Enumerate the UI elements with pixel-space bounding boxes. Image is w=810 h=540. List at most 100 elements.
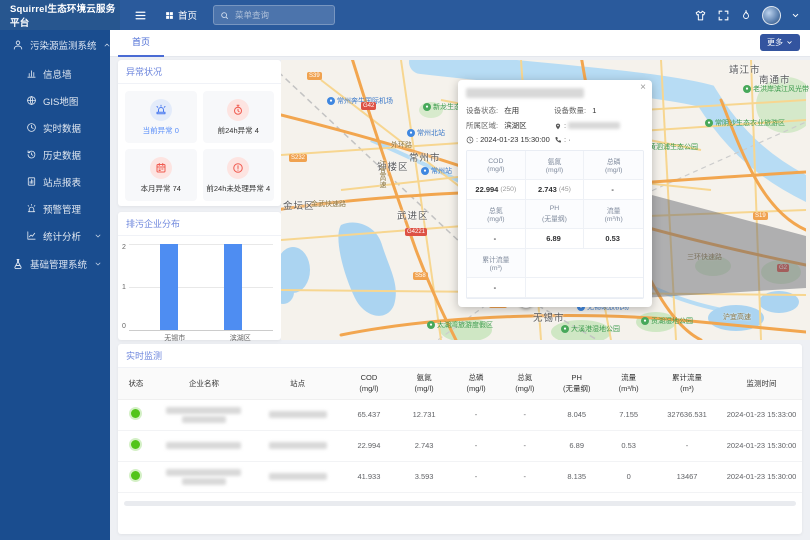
map-poi-label[interactable]: ●大溪港湿地公园	[561, 324, 620, 334]
history-icon	[26, 149, 37, 160]
person-icon	[12, 39, 24, 51]
road-number-badge: S19	[753, 212, 768, 220]
metric-value: -	[584, 180, 643, 200]
x-tick: 滨湖区	[208, 333, 274, 343]
sidebar-section-0[interactable]: 污染源监测系统	[0, 30, 110, 60]
chart-bar	[160, 244, 178, 330]
metric-header: 总磷(mg/l)	[584, 151, 643, 180]
map-poi-label[interactable]: ●贡湖湿地公园	[641, 316, 693, 326]
column-header: 氨氮(mg/l)	[397, 368, 452, 399]
sidebar-item-report[interactable]: 站点报表	[0, 168, 110, 195]
map-poi-label[interactable]: ●老洪岸滨江风光带	[743, 84, 809, 94]
metric-header: 氨氮(mg/l)	[526, 151, 585, 180]
theme-skin-icon[interactable]	[694, 9, 707, 22]
road-number-badge: G2	[777, 264, 789, 272]
station-popup: × 设备状态: 在用 设备数量: 1 所属区域: 滨湖区 :	[458, 80, 652, 307]
stat-grid: 当前异常 0前24h异常 4本月异常 74前24h未处理异常 4	[118, 84, 281, 208]
metric-value: 6.89	[526, 229, 585, 249]
value-cell: -	[500, 399, 549, 430]
grid-icon	[165, 11, 174, 20]
fullscreen-icon[interactable]	[717, 9, 730, 22]
sidebar-item-line-chart[interactable]: 统计分析	[0, 222, 110, 249]
stat-card-3: 前24h未处理异常 4	[203, 149, 275, 201]
value-cell: -	[500, 461, 549, 492]
metric-value: 0.53	[584, 229, 643, 249]
globe-icon	[26, 95, 37, 106]
chevron-down-icon	[786, 39, 793, 46]
map-poi-label[interactable]: ●常州北站	[407, 128, 445, 138]
tab-home[interactable]: 首页	[118, 30, 164, 57]
monitor-table-header: 状态企业名称站点COD(mg/l)氨氮(mg/l)总磷(mg/l)总氮(mg/l…	[118, 368, 802, 399]
map-canvas[interactable]: 靖江市南通市港市常州市钟楼区武进区金坛区无锡市滨湖区金武快速路三环快速路沪宜高速…	[281, 60, 810, 340]
device-count-value: 1	[592, 106, 596, 115]
map-poi-label[interactable]: ●常州站	[421, 166, 452, 176]
station-cell	[254, 461, 341, 492]
status-cell	[118, 430, 154, 461]
sidebar-item-alarm[interactable]: 预警管理	[0, 195, 110, 222]
value-cell: 327636.531	[653, 399, 721, 430]
map-poi-label[interactable]: ●太湖湾旅游度假区	[427, 320, 493, 330]
phone-prefix: :	[564, 135, 566, 144]
popup-metrics: COD(mg/l)氨氮(mg/l)总磷(mg/l)22.994(250)2.74…	[466, 150, 644, 299]
road-number-badge: G4221	[405, 228, 427, 236]
avatar[interactable]	[762, 6, 781, 25]
line-chart-icon	[26, 230, 37, 241]
y-tick: 0	[122, 323, 126, 330]
app-window: Squirrel生态环境云服务平台 首页 污染源监测系统信息墙GIS地图实时数据…	[0, 0, 810, 540]
search-input[interactable]	[233, 9, 317, 21]
monitor-table: 状态企业名称站点COD(mg/l)氨氮(mg/l)总磷(mg/l)总氮(mg/l…	[118, 368, 802, 493]
sidebar-item-clock[interactable]: 实时数据	[0, 114, 110, 141]
clock-icon	[26, 122, 37, 133]
company-cell	[154, 461, 254, 492]
station-cell	[254, 430, 341, 461]
popup-title-redacted	[466, 88, 584, 98]
map-poi-label[interactable]: ●常州奔牛国际机场	[327, 96, 393, 106]
company-cell	[154, 430, 254, 461]
map-road-label: 江宜高速	[377, 160, 387, 188]
popup-close-icon[interactable]: ×	[640, 83, 646, 93]
station-cell	[254, 399, 341, 430]
road-number-badge: G42	[361, 102, 376, 110]
poi-marker-icon: ●	[327, 97, 335, 105]
flame-icon[interactable]	[740, 9, 752, 21]
more-button[interactable]: 更多	[760, 34, 800, 51]
horizontal-scrollbar[interactable]	[124, 501, 796, 506]
column-header: 状态	[118, 368, 154, 399]
poi-marker-icon: ●	[421, 167, 429, 175]
topbar-home-link[interactable]: 首页	[165, 8, 197, 22]
device-status-label: 设备状态:	[466, 105, 498, 116]
column-header: 累计流量(m³)	[653, 368, 721, 399]
user-chevron-down-icon[interactable]	[791, 11, 800, 20]
metric-header: PH(无量纲)	[526, 200, 585, 229]
monitor-panel-title: 实时监测	[118, 344, 802, 368]
value-cell: 12.731	[397, 399, 452, 430]
sidebar-item-globe[interactable]: GIS地图	[0, 87, 110, 114]
time-clock-icon	[466, 136, 474, 144]
map-poi-label[interactable]: ●常阴沙生态农业旅游区	[705, 118, 785, 128]
column-header: 流量(m³/h)	[604, 368, 653, 399]
table-row[interactable]: 65.43712.731--8.0457.155327636.5312024-0…	[118, 399, 802, 430]
table-row[interactable]: 41.9333.593--8.1350134672024-01-23 15:30…	[118, 461, 802, 492]
sidebar: 污染源监测系统信息墙GIS地图实时数据历史数据站点报表预警管理统计分析基础管理系…	[0, 30, 110, 540]
column-header: 站点	[254, 368, 341, 399]
app-logo: Squirrel生态环境云服务平台	[0, 0, 120, 30]
value-cell: 6.89	[549, 430, 604, 461]
sidebar-section-1[interactable]: 基础管理系统	[0, 249, 110, 279]
poi-marker-icon: ●	[705, 119, 713, 127]
chart-x-labels: 无锡市滨湖区	[134, 331, 281, 343]
value-cell: 2024-01-23 15:30:00	[721, 430, 802, 461]
address-redacted	[568, 122, 620, 129]
sidebar-item-info-wall[interactable]: 信息墙	[0, 60, 110, 87]
column-header: 总磷(mg/l)	[452, 368, 501, 399]
search-icon	[220, 11, 229, 20]
flask-icon	[12, 258, 24, 270]
company-cell	[154, 399, 254, 430]
menu-search[interactable]	[213, 5, 335, 25]
menu-toggle-icon[interactable]	[134, 9, 147, 22]
region-label: 所属区域:	[466, 120, 498, 131]
chart-plot	[129, 244, 273, 331]
sidebar-item-history[interactable]: 历史数据	[0, 141, 110, 168]
table-row[interactable]: 22.9942.743--6.890.53-2024-01-23 15:30:0…	[118, 430, 802, 461]
value-cell: -	[452, 399, 501, 430]
topbar: Squirrel生态环境云服务平台 首页	[0, 0, 810, 30]
